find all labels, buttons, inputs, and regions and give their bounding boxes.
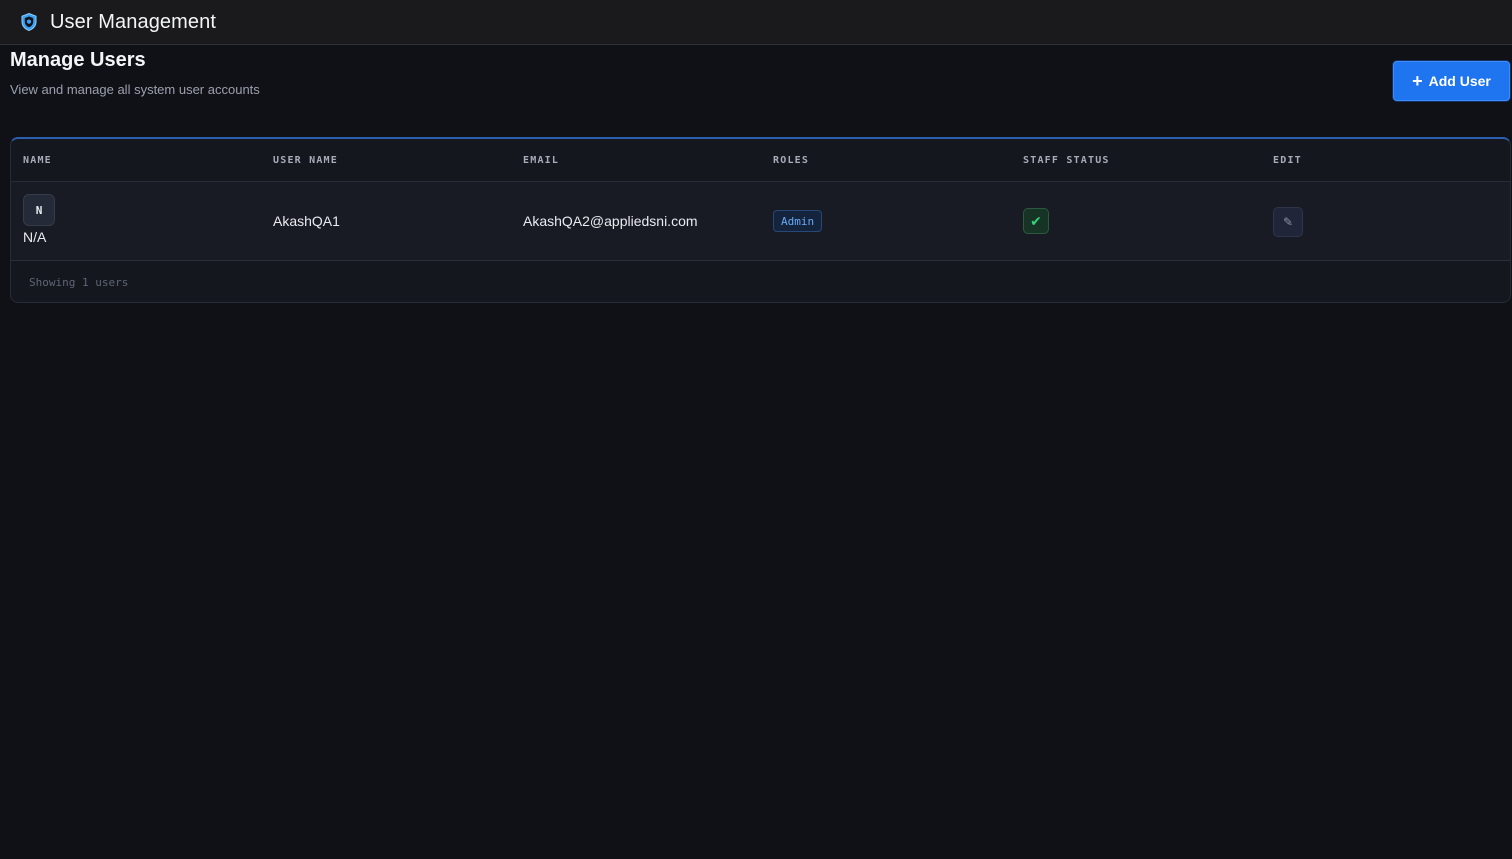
page-subtitle: View and manage all system user accounts	[10, 82, 260, 97]
top-bar: User Management	[0, 0, 1512, 45]
check-icon: ✔	[1023, 208, 1049, 234]
avatar: N	[23, 194, 55, 226]
shield-icon	[19, 12, 39, 32]
email-cell: AkashQA2@appliedsni.com	[523, 213, 698, 229]
column-header-username[interactable]: USER NAME	[273, 155, 338, 166]
column-header-roles[interactable]: ROLES	[773, 155, 809, 166]
column-header-edit: EDIT	[1273, 155, 1302, 166]
row-count-text: Showing 1 users	[29, 276, 129, 289]
table-row[interactable]: N N/A AkashQA1 AkashQA2@appliedsni.com A…	[11, 182, 1510, 261]
table-footer: Showing 1 users	[11, 261, 1510, 302]
page-title: Manage Users	[10, 49, 146, 71]
app-title: User Management	[50, 10, 217, 33]
username-cell: AkashQA1	[273, 213, 340, 229]
plus-icon: +	[1412, 71, 1423, 91]
page-header: Manage Users View and manage all system …	[0, 45, 1512, 125]
users-table: NAME USER NAME EMAIL ROLES STAFF STATUS …	[10, 137, 1511, 303]
pencil-icon: ✎	[1282, 215, 1294, 229]
add-user-button[interactable]: + Add User	[1393, 61, 1510, 101]
column-header-email[interactable]: EMAIL	[523, 155, 559, 166]
column-header-name[interactable]: NAME	[23, 155, 52, 166]
user-name-cell: N/A	[23, 229, 47, 245]
column-header-staff-status[interactable]: STAFF STATUS	[1023, 155, 1110, 166]
add-user-button-label: Add User	[1428, 73, 1491, 89]
edit-user-button[interactable]: ✎	[1273, 207, 1303, 237]
role-badge: Admin	[773, 210, 823, 232]
table-header: NAME USER NAME EMAIL ROLES STAFF STATUS …	[11, 139, 1510, 182]
